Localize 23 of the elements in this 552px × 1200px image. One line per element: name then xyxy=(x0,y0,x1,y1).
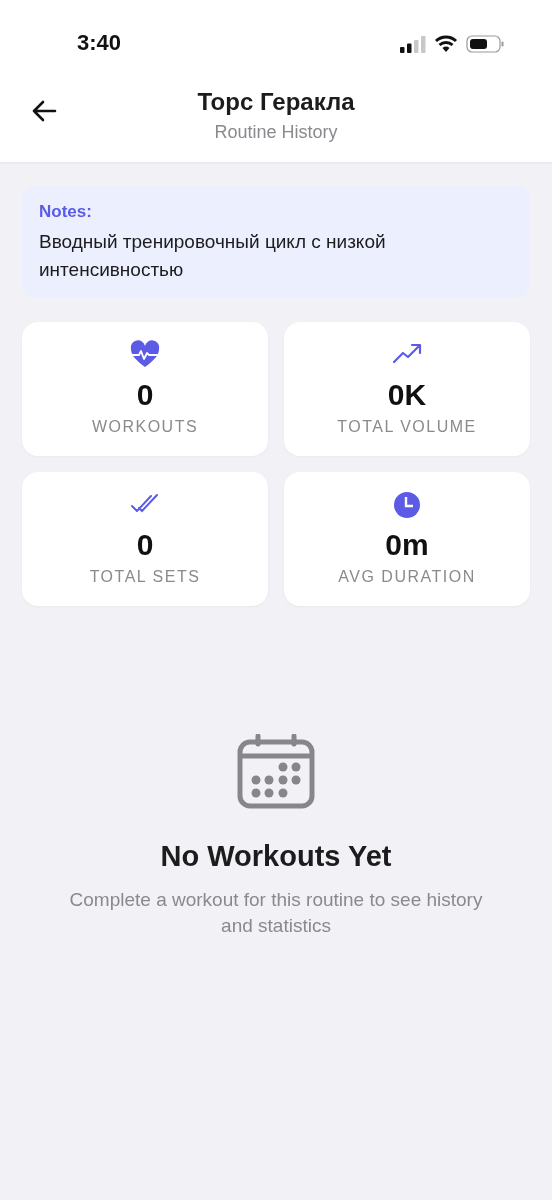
back-button[interactable] xyxy=(30,98,58,124)
clock-icon xyxy=(392,490,422,520)
screen-title: Торс Геракла xyxy=(197,88,355,116)
wifi-icon xyxy=(434,35,458,53)
stat-label: TOTAL SETS xyxy=(89,568,201,586)
calendar-icon xyxy=(236,734,316,810)
status-time: 3:40 xyxy=(77,30,122,56)
heart-pulse-icon xyxy=(130,340,160,370)
back-arrow-icon xyxy=(31,100,57,122)
stat-label: AVG DURATION xyxy=(338,568,476,586)
stat-value: 0m xyxy=(385,528,429,562)
notes-label: Notes: xyxy=(39,202,93,222)
empty-state-title: No Workouts Yet xyxy=(160,840,392,873)
stat-value: 0K xyxy=(387,378,427,412)
stat-label: TOTAL VOLUME xyxy=(337,418,477,436)
screen-subtitle: Routine History xyxy=(214,122,338,143)
notes-text: Вводный тренировочный цикл с низкой интенсивностью xyxy=(39,230,387,282)
stat-value: 0 xyxy=(136,528,154,562)
signal-icon xyxy=(400,35,426,53)
battery-icon xyxy=(466,35,504,53)
stat-label: WORKOUTS xyxy=(91,418,199,436)
empty-state-text: Complete a workout for this routine to see history and statistics xyxy=(68,888,484,938)
stat-value: 0 xyxy=(136,378,154,412)
